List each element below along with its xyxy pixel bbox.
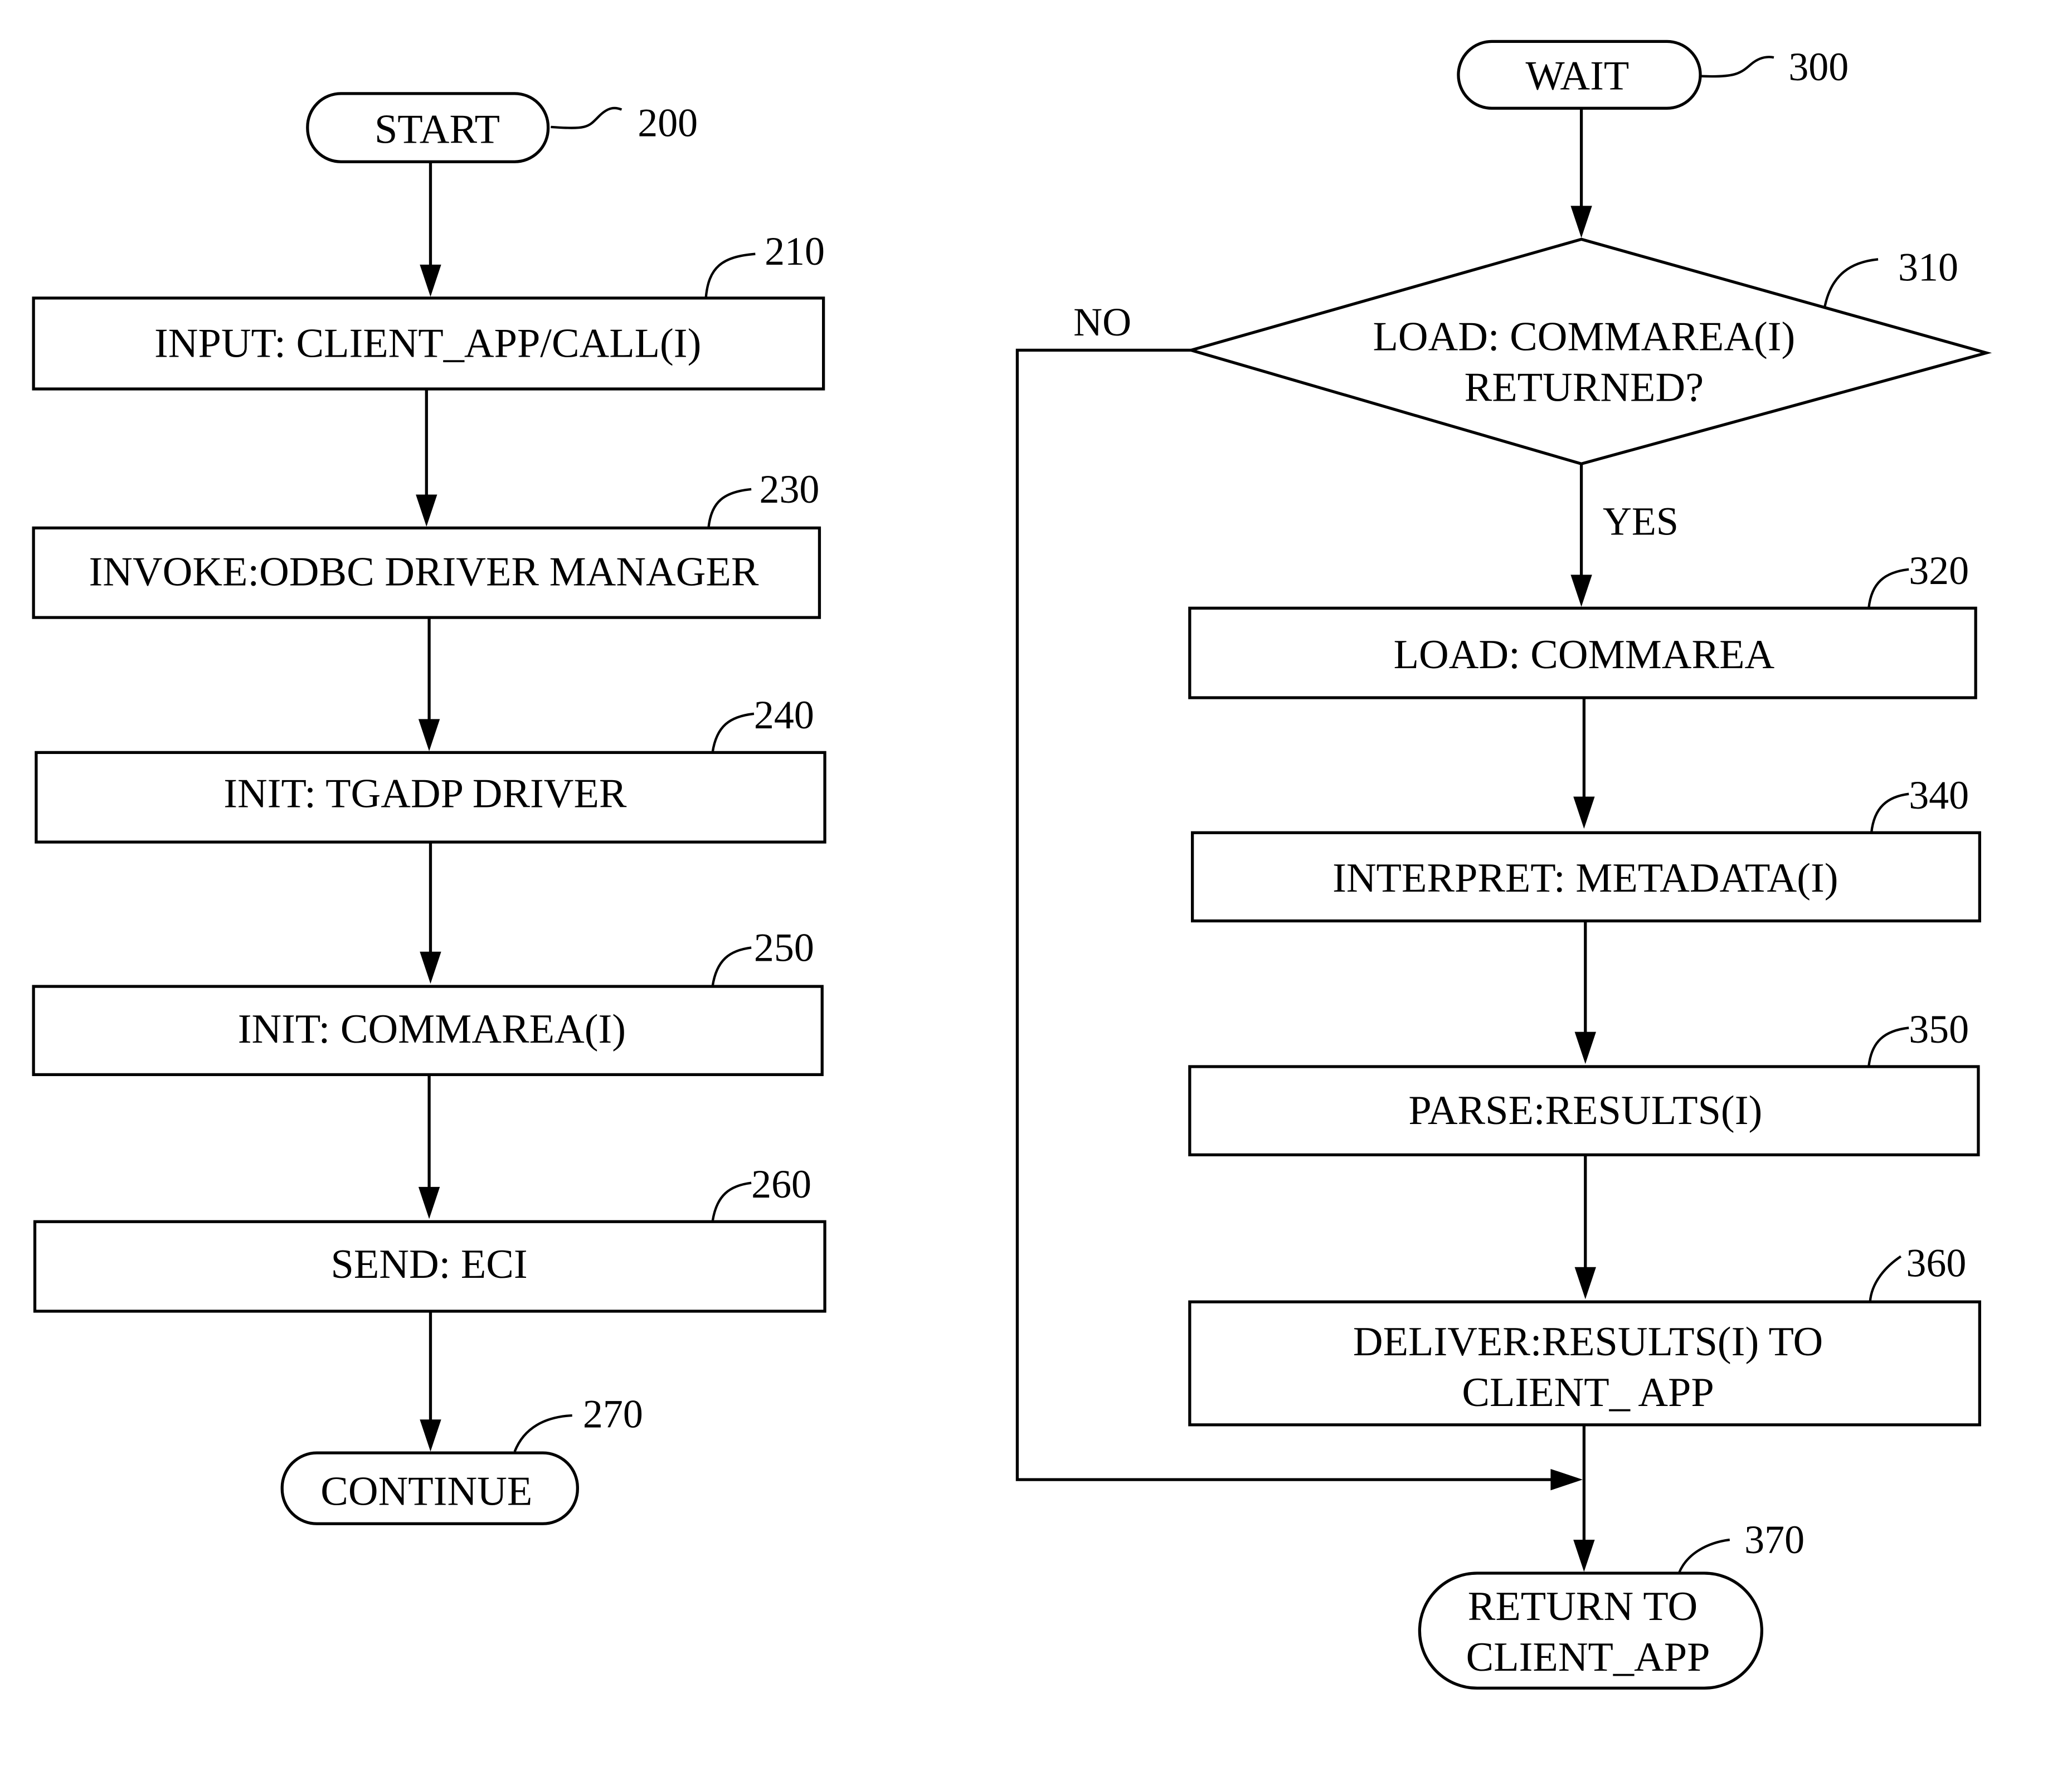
step-360-ref: 360 xyxy=(1906,1241,1966,1286)
yes-branch-label: YES xyxy=(1603,499,1679,543)
arrowhead xyxy=(1570,206,1592,238)
decision-310-ref: 310 xyxy=(1898,245,1958,290)
wait-terminator: WAIT 300 xyxy=(1457,40,1849,110)
step-360-ref-leader xyxy=(1869,1255,1902,1302)
step-340-ref-leader xyxy=(1870,792,1909,833)
wait-ref-leader xyxy=(1701,56,1774,78)
arrowhead xyxy=(1550,1468,1583,1491)
arrowhead xyxy=(418,719,440,751)
return-line1: RETURN TO xyxy=(1468,1584,1698,1629)
arrowhead xyxy=(420,951,441,984)
return-terminator: RETURN TO CLIENT_APP 370 xyxy=(1418,1517,1805,1690)
start-ref: 200 xyxy=(638,101,698,145)
step-210-ref-leader xyxy=(704,252,756,299)
arrowhead xyxy=(420,1419,441,1452)
wait-ref: 300 xyxy=(1788,45,1849,89)
step-320-label: LOAD: COMMAREA xyxy=(1394,632,1775,678)
step-360-line2: CLIENT_ APP xyxy=(1462,1370,1714,1415)
no-branch-label: NO xyxy=(1073,300,1131,344)
decision-310: LOAD: COMMAREA(I) RETURNED? 310 xyxy=(1185,237,1992,466)
arrowhead xyxy=(416,494,437,527)
step-230-ref: 230 xyxy=(760,467,820,512)
step-250: INIT: COMMAREA(I) 250 xyxy=(32,926,824,1077)
step-210-label: INPUT: CLIENT_APP/CALL(I) xyxy=(154,320,701,366)
step-260-label: SEND: ECI xyxy=(331,1242,528,1287)
arrowhead xyxy=(1570,575,1592,607)
continue-ref: 270 xyxy=(583,1392,643,1437)
arrowhead xyxy=(1573,1540,1595,1572)
arrowhead xyxy=(1573,796,1595,829)
return-line2: CLIENT_APP xyxy=(1466,1634,1710,1680)
step-260-ref: 260 xyxy=(751,1162,811,1206)
step-240-ref: 240 xyxy=(754,693,814,737)
decision-310-line1: LOAD: COMMAREA(I) xyxy=(1373,314,1795,359)
step-250-ref: 250 xyxy=(754,926,814,970)
start-terminator: START 200 xyxy=(306,92,698,163)
step-230-label: INVOKE:ODBC DRIVER MANAGER xyxy=(89,549,759,595)
return-ref: 370 xyxy=(1744,1517,1805,1562)
wait-label: WAIT xyxy=(1525,53,1629,99)
step-340: INTERPRET: METADATA(I) 340 xyxy=(1190,773,1981,923)
step-210-ref: 210 xyxy=(765,229,825,274)
step-260-ref-leader xyxy=(711,1181,752,1222)
decision-310-line2: RETURNED? xyxy=(1465,365,1704,411)
arrowhead xyxy=(420,264,441,297)
step-350-ref: 350 xyxy=(1909,1007,1969,1052)
right-flowchart: WAIT 300 LOAD: COMMAREA(I) RETURNED? 310… xyxy=(1015,40,1992,1690)
return-ref-leader xyxy=(1677,1538,1730,1574)
flowchart-canvas: START 200 INPUT: CLIENT_APP/CALL(I) 210 … xyxy=(32,40,1992,1690)
arrowhead xyxy=(1574,1032,1596,1064)
step-350-ref-leader xyxy=(1867,1026,1909,1067)
step-240-label: INIT: TGADP DRIVER xyxy=(223,771,627,817)
step-340-label: INTERPRET: METADATA(I) xyxy=(1332,855,1838,901)
arrowhead xyxy=(1574,1267,1596,1300)
step-360-line1: DELIVER:RESULTS(I) TO xyxy=(1353,1319,1823,1365)
step-320-ref: 320 xyxy=(1909,548,1969,593)
arrowhead xyxy=(418,1186,440,1219)
step-240-ref-leader xyxy=(711,712,755,753)
left-flowchart: START 200 INPUT: CLIENT_APP/CALL(I) 210 … xyxy=(32,92,826,1525)
step-250-ref-leader xyxy=(711,946,752,987)
decision-310-ref-leader xyxy=(1823,258,1879,308)
step-320-ref-leader xyxy=(1867,568,1909,609)
step-350-label: PARSE:RESULTS(I) xyxy=(1408,1088,1762,1133)
continue-ref-leader xyxy=(513,1414,572,1452)
step-230-ref-leader xyxy=(707,488,752,528)
step-340-ref: 340 xyxy=(1909,773,1969,818)
continue-terminator: CONTINUE 270 xyxy=(280,1392,643,1525)
continue-label: CONTINUE xyxy=(320,1469,532,1515)
start-ref-leader xyxy=(551,106,622,129)
start-label: START xyxy=(374,107,500,153)
step-250-label: INIT: COMMAREA(I) xyxy=(238,1006,626,1052)
